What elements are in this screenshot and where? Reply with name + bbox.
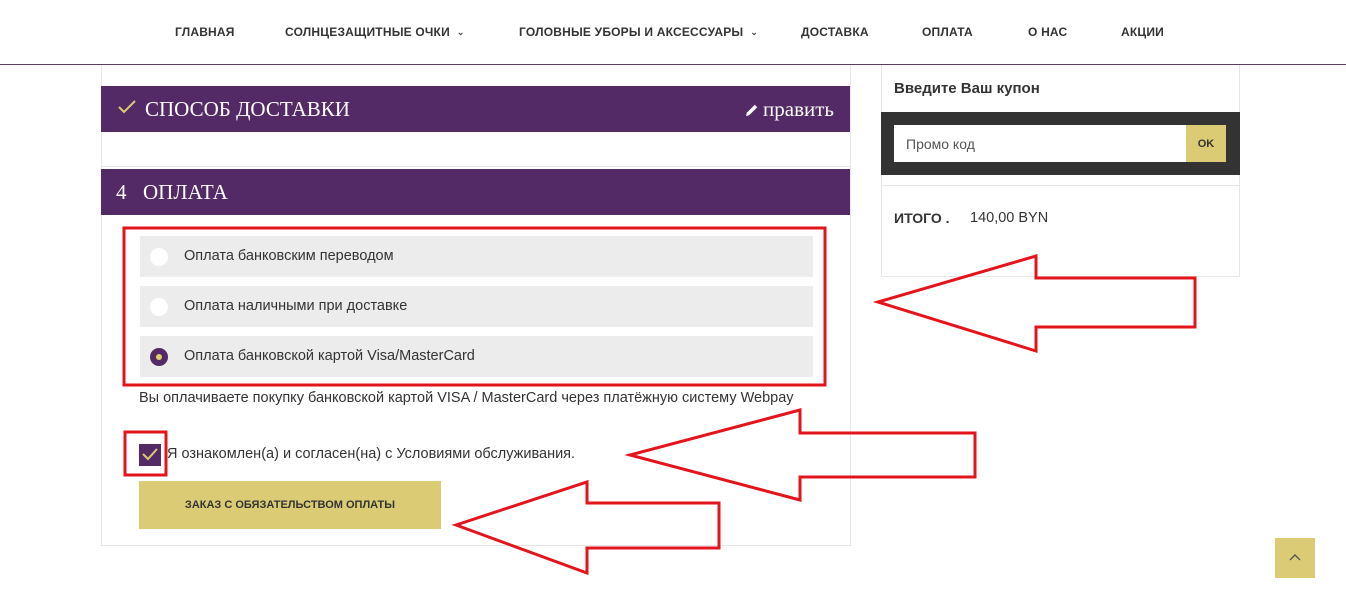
- top-navigation: ГЛАВНАЯ СОЛНЦЕЗАЩИТНЫЕ ОЧКИ ⌄ ГОЛОВНЫЕ УБ…: [0, 0, 1346, 65]
- apply-coupon-button[interactable]: OK: [1186, 125, 1226, 162]
- nav-item-about[interactable]: О НАС: [1028, 25, 1067, 39]
- chevron-up-icon: [1289, 554, 1301, 561]
- payment-description: Вы оплачиваете покупку банковской картой…: [139, 390, 794, 406]
- radio-button[interactable]: [150, 298, 168, 316]
- payment-option-cash-on-delivery[interactable]: Оплата наличными при доставке: [140, 286, 813, 327]
- terms-label: Я ознакомлен(а) и согласен(на) с Условия…: [167, 446, 576, 462]
- pencil-icon: [746, 104, 758, 116]
- divider: [881, 185, 1240, 186]
- coupon-title: Введите Ваш купон: [894, 80, 1040, 97]
- payment-option-bank-transfer[interactable]: Оплата банковским переводом: [140, 236, 813, 277]
- check-icon: [142, 448, 158, 461]
- total-label: ИТОГО .: [894, 210, 950, 226]
- chevron-down-icon: ⌄: [456, 27, 465, 37]
- check-icon: [118, 100, 136, 114]
- nav-item-home[interactable]: ГЛАВНАЯ: [175, 25, 235, 39]
- payment-step-header: 4 ОПЛАТА: [101, 169, 850, 215]
- promo-code-input[interactable]: [894, 125, 1186, 162]
- nav-item-promotions[interactable]: АКЦИИ: [1121, 25, 1164, 39]
- nav-item-delivery[interactable]: ДОСТАВКА: [801, 25, 869, 39]
- payment-option-card[interactable]: Оплата банковской картой Visa/MasterCard: [140, 336, 813, 377]
- edit-delivery-link[interactable]: править: [745, 97, 834, 122]
- nav-item-payment[interactable]: ОПЛАТА: [922, 25, 973, 39]
- terms-checkbox[interactable]: [139, 444, 161, 466]
- payment-step-title: ОПЛАТА: [143, 180, 228, 204]
- delivery-step-title: СПОСОБ ДОСТАВКИ: [145, 97, 350, 121]
- scroll-to-top-button[interactable]: [1275, 538, 1315, 578]
- total-value: 140,00 BYN: [970, 210, 1049, 226]
- nav-item-sunglasses[interactable]: СОЛНЦЕЗАЩИТНЫЕ ОЧКИ ⌄: [285, 25, 465, 39]
- radio-button-selected[interactable]: [150, 348, 168, 366]
- chevron-down-icon: ⌄: [750, 27, 759, 37]
- radio-button[interactable]: [150, 248, 168, 266]
- nav-item-headwear[interactable]: ГОЛОВНЫЕ УБОРЫ И АКСЕССУАРЫ ⌄: [519, 25, 758, 39]
- place-order-button[interactable]: ЗАКАЗ С ОБЯЗАТЕЛЬСТВОМ ОПЛАТЫ: [139, 481, 441, 529]
- divider: [101, 166, 850, 167]
- delivery-step-header: СПОСОБ ДОСТАВКИ править: [101, 86, 850, 132]
- payment-step-number: 4: [116, 180, 127, 204]
